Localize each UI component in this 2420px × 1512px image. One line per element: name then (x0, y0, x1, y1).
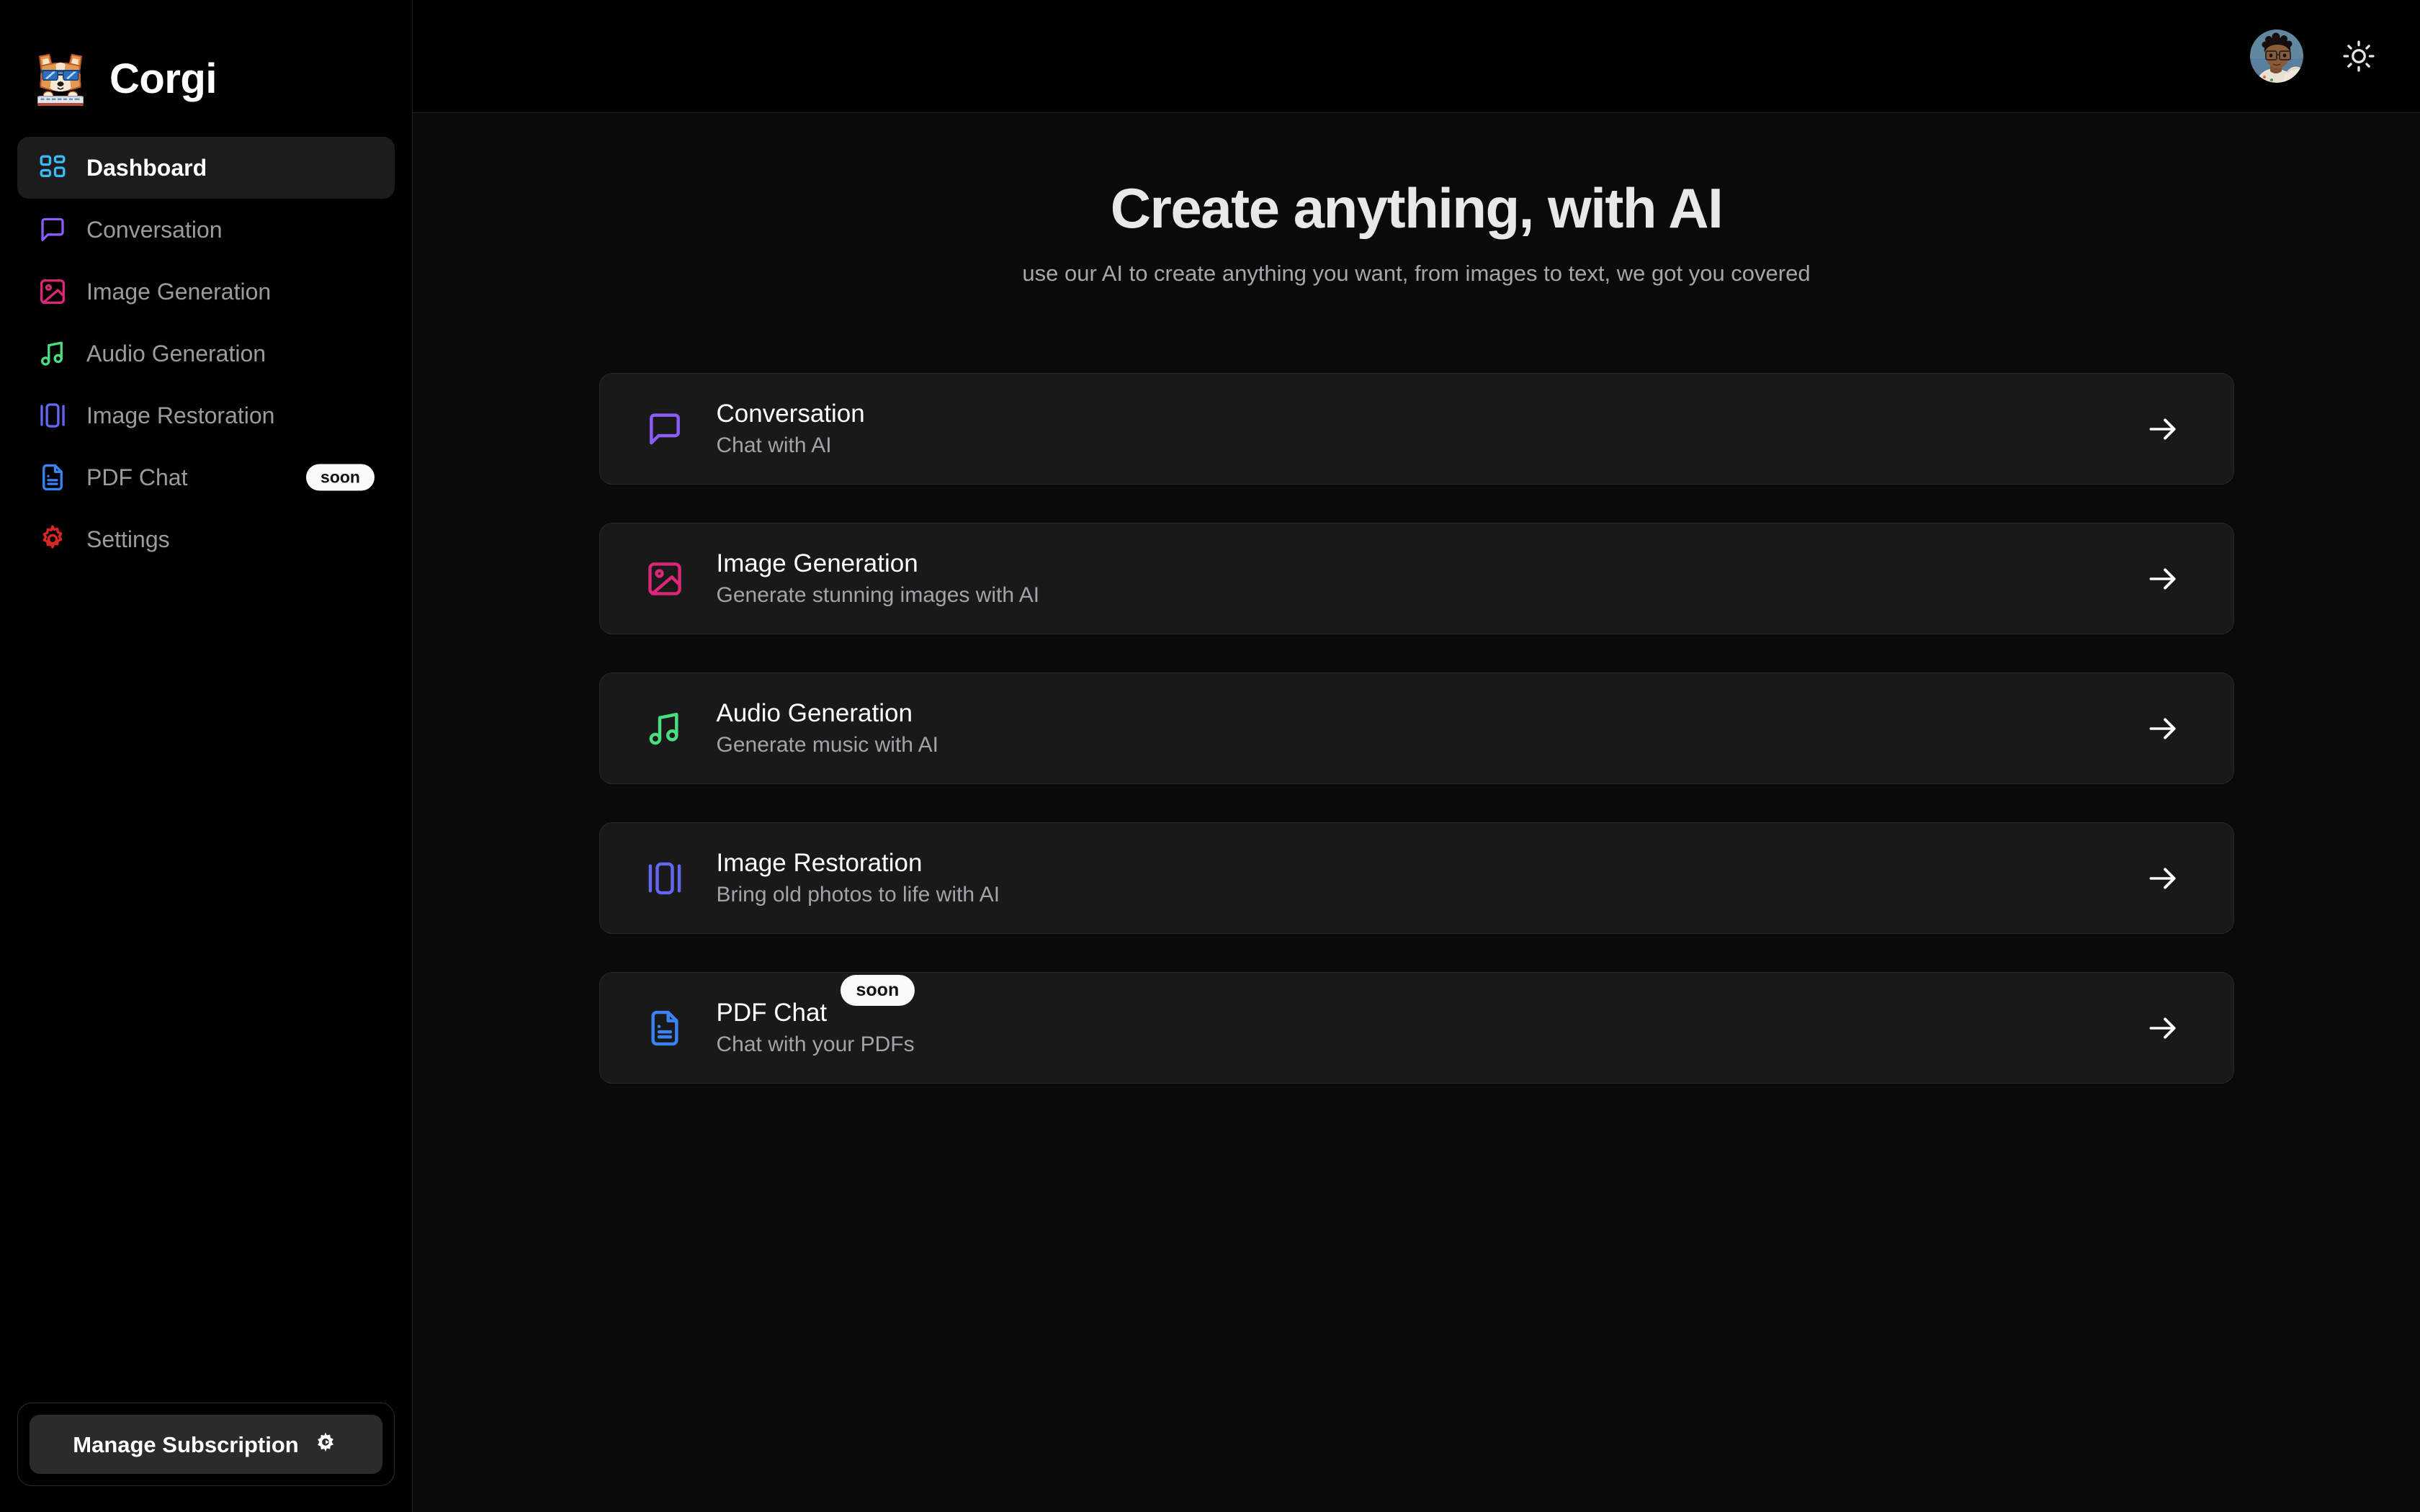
feature-card-title-row: Image Restoration (717, 850, 2143, 876)
feature-card-text: Image Restoration Bring old photos to lif… (717, 850, 2143, 906)
avatar[interactable] (2250, 30, 2303, 83)
arrow-right-icon[interactable] (2143, 559, 2183, 599)
topbar (413, 0, 2420, 113)
feature-card-description: Chat with your PDFs (716, 1032, 915, 1057)
arrow-right-icon[interactable] (2143, 1008, 2183, 1048)
sidebar-item-label: Conversation (86, 217, 223, 243)
sidebar-item-dashboard[interactable]: Dashboard (17, 137, 395, 199)
gear-icon (312, 1431, 339, 1458)
arrow-right-icon[interactable] (2143, 708, 2183, 749)
feature-card-description: Bring old photos to life with AI (716, 883, 1000, 907)
sun-icon[interactable] (2338, 35, 2380, 77)
music-note-icon (645, 708, 685, 749)
feature-card-image-restoration[interactable]: Image Restoration Bring old photos to lif… (599, 822, 2234, 935)
sidebar-item-label: PDF Chat (86, 464, 188, 490)
chat-bubble-icon (645, 409, 685, 449)
feature-card-text: PDF Chat soon Chat with your PDFs (716, 975, 2143, 1057)
feature-card-description: Generate music with AI (716, 733, 938, 757)
sidebar-item-settings[interactable]: Settings (17, 508, 395, 570)
brand: Corgi (0, 0, 412, 137)
sidebar-item-label: Dashboard (86, 155, 207, 181)
arrow-right-icon[interactable] (2143, 858, 2183, 899)
feature-card-text: Audio Generation Generate music with AI (717, 701, 2143, 756)
sidebar-item-image-restoration[interactable]: Image Restoration (17, 384, 395, 446)
sidebar-item-label: Settings (86, 526, 170, 552)
feature-card-title-row: Conversation (717, 401, 2143, 426)
feature-card-title-row: PDF Chat soon (716, 975, 2143, 1027)
main-area: Create anything, with AI use our AI to c… (413, 0, 2420, 1512)
brand-name: Corgi (109, 55, 217, 102)
sidebar-item-label: Image Generation (86, 279, 272, 305)
page-subtitle: use our AI to create anything you want, … (1022, 260, 1811, 286)
image-icon (645, 559, 685, 599)
feature-card-pdf-chat[interactable]: PDF Chat soon Chat with your PDFs (599, 972, 2234, 1084)
image-icon (37, 276, 68, 307)
sidebar-item-conversation[interactable]: Conversation (17, 199, 395, 261)
feature-card-text: Image Generation Generate stunning images… (717, 551, 2143, 606)
manage-subscription-container: Manage Subscription (17, 1403, 395, 1486)
feature-card-title-row: Audio Generation (717, 701, 2143, 726)
document-icon (645, 1008, 685, 1048)
feature-card-image-generation[interactable]: Image Generation Generate stunning images… (599, 523, 2234, 635)
grid-icon (37, 153, 68, 183)
arrow-right-icon[interactable] (2143, 409, 2183, 449)
feature-card-title: Conversation (716, 400, 865, 428)
feature-card-title: Image Generation (716, 549, 918, 578)
music-note-icon (37, 338, 68, 369)
sidebar-nav: Dashboard Conversation Image Generation Aud… (0, 137, 412, 570)
feature-card-title: Audio Generation (716, 699, 913, 728)
feature-card-title: PDF Chat (716, 999, 828, 1027)
manage-subscription-button[interactable]: Manage Subscription (30, 1415, 382, 1474)
restore-icon (645, 858, 685, 899)
gear-icon (37, 524, 68, 554)
status-badge: soon (306, 464, 375, 491)
document-icon (37, 462, 68, 492)
sidebar-item-label: Image Restoration (86, 402, 275, 428)
feature-card-title: Image Restoration (716, 849, 923, 878)
feature-card-title-row: Image Generation (717, 551, 2143, 576)
feature-card-audio-generation[interactable]: Audio Generation Generate music with AI (599, 672, 2234, 785)
corgi-pixel-logo-icon (30, 49, 91, 109)
dashboard-content: Create anything, with AI use our AI to c… (413, 113, 2420, 1512)
sidebar-item-image-generation[interactable]: Image Generation (17, 261, 395, 323)
feature-card-text: Conversation Chat with AI (717, 401, 2143, 456)
page-title: Create anything, with AI (1110, 176, 1724, 240)
sidebar: Corgi Dashboard Conversation Image Generat… (0, 0, 413, 1512)
feature-card-description: Chat with AI (716, 433, 832, 458)
feature-card-description: Generate stunning images with AI (716, 583, 1040, 608)
sidebar-item-audio-generation[interactable]: Audio Generation (17, 323, 395, 384)
sidebar-item-label: Audio Generation (86, 341, 266, 366)
feature-card-list: Conversation Chat with AI Image Generation… (599, 373, 2234, 1084)
sidebar-item-pdf-chat[interactable]: PDF Chat soon (17, 446, 395, 508)
manage-subscription-label: Manage Subscription (73, 1431, 299, 1457)
chat-bubble-icon (37, 215, 68, 245)
feature-card-conversation[interactable]: Conversation Chat with AI (599, 373, 2234, 485)
status-badge: soon (840, 975, 915, 1007)
app-root: Corgi Dashboard Conversation Image Generat… (0, 0, 2420, 1512)
restore-icon (37, 400, 68, 431)
